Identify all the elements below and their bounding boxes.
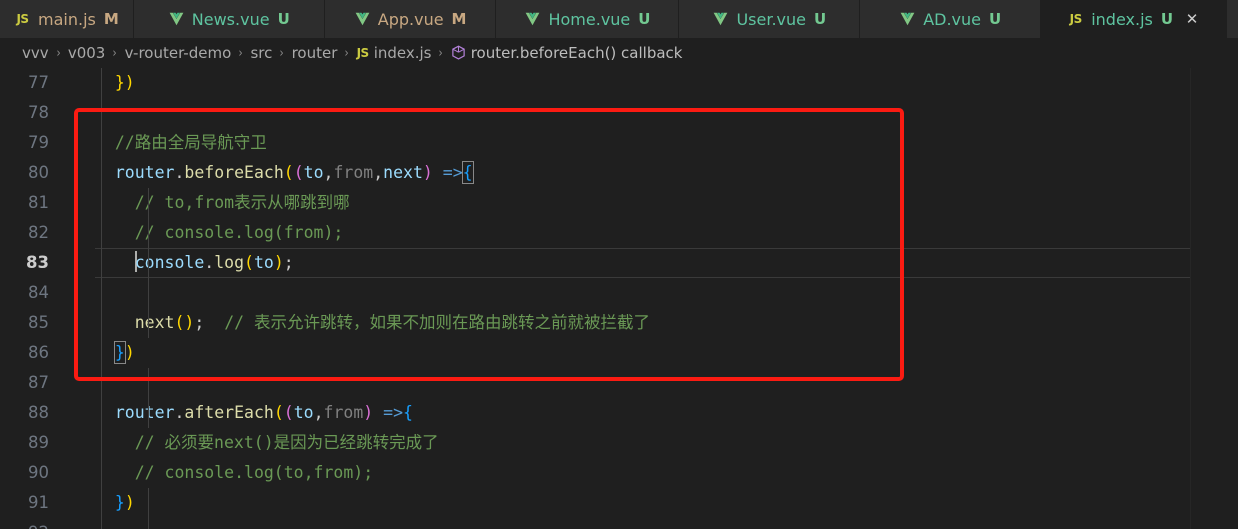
git-status-badge: M <box>451 10 467 28</box>
chevron-right-icon: › <box>344 45 350 61</box>
code-line[interactable]: 92 <box>0 518 1238 529</box>
editor-tab-home-vue[interactable]: Home.vue U <box>496 0 680 38</box>
editor-tab-app-vue[interactable]: App.vue M <box>324 0 497 38</box>
line-number: 79 <box>28 133 49 152</box>
line-number: 89 <box>28 433 49 452</box>
breadcrumb-item-symbol[interactable]: router.beforeEach() callback <box>471 44 683 62</box>
vue-file-icon <box>899 11 916 28</box>
code-line[interactable]: 78 <box>0 98 1238 128</box>
code-line[interactable]: 81 // to,from表示从哪跳到哪 <box>0 188 1238 218</box>
line-content: //路由全局导航守卫 <box>95 133 267 152</box>
code-line[interactable]: 90 // console.log(to,from); <box>0 458 1238 488</box>
chevron-right-icon: › <box>112 45 118 61</box>
line-number: 78 <box>28 103 49 122</box>
editor-tab-news-vue[interactable]: News.vue U <box>133 0 325 38</box>
editor-tab-label: index.js <box>1091 9 1153 29</box>
line-content: router.afterEach((to,from) =>{ <box>114 403 413 422</box>
chevron-right-icon: › <box>439 45 444 61</box>
editor-tab-user-vue[interactable]: User.vue U <box>679 0 861 38</box>
git-status-badge: U <box>638 10 651 28</box>
editor-tab-label: News.vue <box>191 9 270 29</box>
line-content: }) <box>95 73 135 92</box>
vscode-window: JS main.js M News.vue U App.vue M Home.v… <box>0 0 1238 529</box>
editor-tab-sports-vue[interactable]: sports.vue U <box>1227 0 1238 38</box>
breadcrumb-item-router[interactable]: router <box>292 44 338 62</box>
chevron-right-icon: › <box>56 45 61 61</box>
line-number: 83 <box>26 253 49 272</box>
editor-tab-label: Home.vue <box>548 9 631 29</box>
code-line[interactable]: 84 <box>0 278 1238 308</box>
line-number: 80 <box>28 163 49 182</box>
line-number: 85 <box>28 313 49 332</box>
line-number: 88 <box>28 403 49 422</box>
code-line[interactable]: 88 router.afterEach((to,from) =>{ <box>0 398 1238 428</box>
breadcrumb-item-vvv[interactable]: vvv <box>22 44 49 62</box>
line-content: }) <box>113 341 135 364</box>
editor-tab-main-js[interactable]: JS main.js M <box>0 0 134 38</box>
breadcrumb-item-v003[interactable]: v003 <box>68 44 106 62</box>
git-status-badge: U <box>1160 10 1174 28</box>
code-editor[interactable]: 77 }) 78 79 //路由全局导航守卫 80 router.beforeE… <box>0 68 1238 529</box>
code-line[interactable]: 89 // 必须要next()是因为已经跳转完成了 <box>0 428 1238 458</box>
breadcrumb-item-src[interactable]: src <box>250 44 272 62</box>
editor-tab-label: User.vue <box>736 9 807 29</box>
code-line[interactable]: 80 router.beforeEach((to,from,next) =>{ <box>0 158 1238 188</box>
line-number: 87 <box>28 373 49 392</box>
code-line[interactable]: 91 }) <box>0 488 1238 518</box>
line-number: 92 <box>0 518 72 529</box>
line-content: // console.log(to,from); <box>95 463 374 482</box>
git-status-badge: U <box>277 10 290 28</box>
symbol-event-icon <box>451 45 466 61</box>
line-content: }) <box>114 493 135 512</box>
minimap-edge <box>1190 68 1191 529</box>
git-status-badge: U <box>814 10 827 28</box>
code-line[interactable]: 82 // console.log(from); <box>0 218 1238 248</box>
line-number: 91 <box>28 493 49 512</box>
editor-tab-label: App.vue <box>377 9 444 29</box>
git-status-badge: U <box>989 10 1002 28</box>
code-line[interactable]: 87 <box>0 368 1238 398</box>
code-line[interactable]: 79 //路由全局导航守卫 <box>0 128 1238 158</box>
editor-tab-label: main.js <box>38 9 96 29</box>
line-number: 86 <box>28 343 49 362</box>
editor-tab-ad-vue[interactable]: AD.vue U <box>860 0 1042 38</box>
line-number: 84 <box>28 283 49 302</box>
line-content: next(); // 表示允许跳转，如果不加则在路由跳转之前就被拦截了 <box>134 313 650 332</box>
vue-file-icon <box>524 11 541 28</box>
close-icon[interactable]: ✕ <box>1184 11 1200 27</box>
js-file-icon: JS <box>356 46 370 60</box>
line-number: 77 <box>28 73 49 92</box>
line-content: // 必须要next()是因为已经跳转完成了 <box>95 433 439 452</box>
breadcrumb-item-v-router-demo[interactable]: v-router-demo <box>125 44 232 62</box>
line-number: 90 <box>28 463 49 482</box>
chevron-right-icon: › <box>279 45 285 61</box>
line-content: router.beforeEach((to,from,next) =>{ <box>114 161 474 184</box>
editor-tab-label: AD.vue <box>923 9 982 29</box>
vue-file-icon <box>168 11 185 28</box>
code-line[interactable]: 77 }) <box>0 68 1238 98</box>
js-file-icon: JS <box>1069 12 1083 26</box>
code-lines: 77 }) 78 79 //路由全局导航守卫 80 router.beforeE… <box>0 68 1238 529</box>
code-line[interactable]: 86 }) <box>0 338 1238 368</box>
line-content: // console.log(from); <box>95 223 344 242</box>
breadcrumb-item-index-js[interactable]: index.js <box>374 44 432 62</box>
editor-tab-index-js[interactable]: JS index.js U ✕ <box>1041 0 1228 38</box>
line-content: console.log(to); <box>134 251 294 272</box>
line-number: 81 <box>28 193 49 212</box>
line-content: // to,from表示从哪跳到哪 <box>95 193 350 212</box>
chevron-right-icon: › <box>238 45 243 61</box>
code-line[interactable]: 85 next(); // 表示允许跳转，如果不加则在路由跳转之前就被拦截了 <box>0 308 1238 338</box>
vue-file-icon <box>712 11 729 28</box>
code-line-active[interactable]: 83 console.log(to); <box>0 248 1238 278</box>
js-file-icon: JS <box>16 12 29 26</box>
line-number: 82 <box>28 223 49 242</box>
vue-file-icon <box>354 11 371 28</box>
editor-tab-bar: JS main.js M News.vue U App.vue M Home.v… <box>0 0 1238 38</box>
git-status-badge: M <box>103 10 119 28</box>
breadcrumb: vvv › v003 › v-router-demo › src › route… <box>0 38 1238 68</box>
